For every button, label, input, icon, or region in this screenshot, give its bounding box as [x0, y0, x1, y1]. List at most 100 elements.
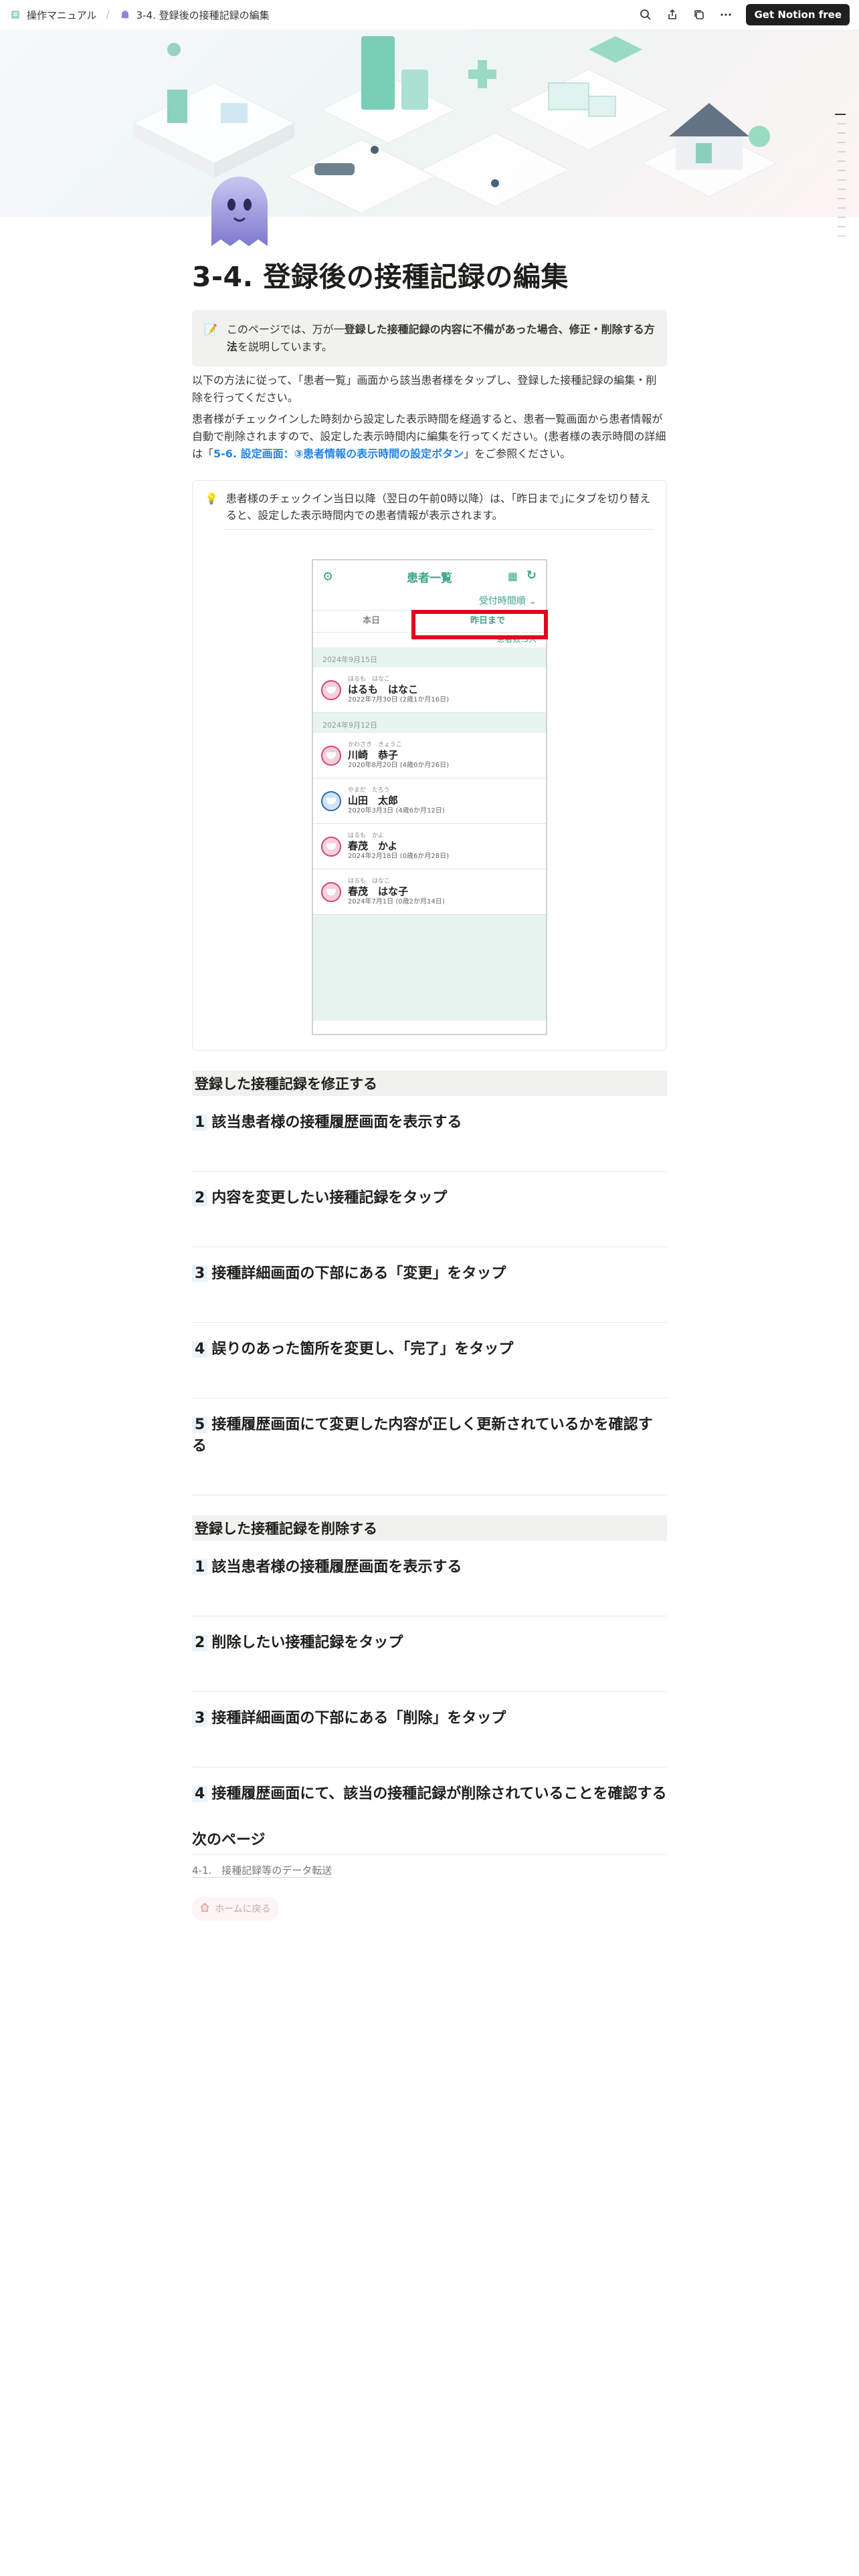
more-icon[interactable]: [719, 8, 733, 21]
step-number: 2: [192, 1190, 208, 1206]
step-number: 4: [192, 1341, 208, 1358]
callout-text-post: を説明しています。: [237, 340, 332, 353]
callout-text-pre: このページでは、万が一: [226, 323, 345, 336]
home-button[interactable]: ホームに戻る: [192, 1897, 279, 1921]
section-heading-edit: 登録した接種記録を修正する: [192, 1071, 667, 1096]
delete-step: 4 接種履歴画面にて、該当の接種記録が削除されていることを確認する: [192, 1784, 667, 1805]
divider: [223, 529, 654, 530]
home-icon: [200, 1903, 209, 1915]
step-number: 5: [192, 1416, 208, 1433]
para2-post: 」をご参照ください。: [464, 447, 571, 460]
edit-step: 2 内容を変更したい接種記録をタップ: [192, 1188, 667, 1247]
patient-kana: やまだ たろう: [348, 786, 390, 794]
step-text: 接種詳細画面の下部にある「変更」をタップ: [211, 1265, 506, 1282]
breadcrumb-item-manual[interactable]: 操作マニュアル: [27, 8, 97, 22]
patient-dob: 2024年7月1日 (0歳2か月14日): [348, 897, 445, 905]
cover-image: [0, 29, 859, 217]
patient-row: はるも はなこ はるも はなこ 2022年7月30日 (2歳1か月16日): [313, 667, 546, 713]
delete-step: 2 削除したい接種記録をタップ: [192, 1632, 667, 1692]
memo-icon: 📝: [204, 323, 217, 336]
intro-callout-text: このページでは、万が一登録した接種記録の内容に不備があった場合、修正・削除する方…: [227, 321, 655, 356]
breadcrumb-separator: /: [106, 9, 110, 21]
step-number: 1: [192, 1114, 208, 1131]
phone-header: ⚙ 患者一覧 ▦ ↻: [313, 560, 546, 593]
book-icon: [9, 9, 21, 21]
avatar: [321, 881, 341, 902]
avatar: [321, 836, 341, 857]
patient-row: かわさき きょうこ 川崎 恭子 2020年8月20日 (4歳0か月26日): [313, 733, 546, 778]
patient-dob: 2020年3月3日 (4歳6か月12日): [348, 807, 445, 815]
breadcrumb: 操作マニュアル / 3-4. 登録後の接種記録の編集: [9, 8, 270, 22]
page-title: 3-4. 登録後の接種記録の編集: [192, 261, 569, 293]
patient-dob: 2022年7月30日 (2歳1か月16日): [348, 695, 449, 704]
patient-list: 2024年9月15日 はるも はなこ はるも はなこ 2022年7月30日 (2…: [313, 647, 546, 1021]
section-heading-delete: 登録した接種記録を削除する: [192, 1515, 667, 1541]
step-text: 内容を変更したい接種記録をタップ: [211, 1190, 448, 1206]
search-icon[interactable]: [639, 8, 652, 21]
step-number: 3: [192, 1710, 208, 1727]
home-button-label: ホームに戻る: [215, 1904, 271, 1915]
sort-select: 受付時間順 ⌄: [478, 596, 537, 607]
patient-dob: 2024年2月18日 (0歳6か月28日): [348, 852, 449, 860]
patient-kana: はるも かよ: [348, 832, 384, 839]
outline-scroll-marks: [835, 114, 846, 245]
paragraph-intro: 以下の方法に従って、「患者一覧」画面から該当患者様をタップし、登録した接種記録の…: [192, 374, 657, 404]
tip-callout: 💡 患者様のチェックイン当日以降（翌日の午前0時以降）は、｢昨日まで｣にタブを切…: [192, 480, 667, 1051]
step-text: 誤りのあった箇所を変更し、「完了」をタップ: [211, 1341, 514, 1358]
step-text: 削除したい接種記録をタップ: [211, 1634, 403, 1651]
avatar: [321, 745, 341, 766]
date-header: 2024年9月15日: [322, 655, 377, 664]
paragraph-display-time: 患者様がチェックインした時刻から設定した表示時間を経過すると、患者一覧画面から患…: [192, 411, 667, 463]
lightbulb-icon: 💡: [205, 492, 218, 505]
avatar: [321, 790, 341, 811]
gear-icon: ⚙: [322, 570, 334, 584]
qr-icon: ▦: [507, 570, 518, 582]
step-number: 1: [192, 1559, 208, 1576]
intro-callout: 📝 このページでは、万が一登録した接種記録の内容に不備があった場合、修正・削除す…: [192, 310, 667, 366]
patient-row: はるも はなこ 春茂 はな子 2024年7月1日 (0歳2か月14日): [313, 869, 546, 915]
patient-dob: 2020年8月20日 (4歳0か月26日): [348, 761, 449, 769]
patient-row: はるも かよ 春茂 かよ 2024年2月18日 (0歳6か月28日): [313, 824, 546, 869]
step-number: 4: [192, 1786, 208, 1802]
highlight-box: [411, 610, 548, 639]
patient-kana: はるも はなこ: [348, 877, 391, 885]
top-bar: 操作マニュアル / 3-4. 登録後の接種記録の編集 Get Notion fr…: [0, 0, 859, 29]
patient-name: 山田 太郎: [348, 794, 399, 807]
refresh-icon: ↻: [526, 568, 537, 582]
ghost-icon: [119, 9, 131, 21]
tip-callout-text: 患者様のチェックイン当日以降（翌日の午前0時以降）は、｢昨日まで｣にタブを切り替…: [225, 492, 651, 522]
step-text: 該当患者様の接種履歴画面を表示する: [211, 1114, 462, 1131]
page-content: 3-4. 登録後の接種記録の編集 📝 このページでは、万が一登録した接種記録の内…: [192, 254, 667, 1921]
step-text: 該当患者様の接種履歴画面を表示する: [211, 1559, 462, 1576]
delete-step: 3 接種詳細画面の下部にある「削除」をタップ: [192, 1708, 667, 1767]
patient-name: 川崎 恭子: [348, 748, 399, 761]
share-icon[interactable]: [666, 8, 679, 21]
edit-step: 4 誤りのあった箇所を変更し、「完了」をタップ: [192, 1339, 667, 1398]
patient-name: 春茂 かよ: [348, 839, 398, 852]
get-notion-free-button[interactable]: Get Notion free: [746, 4, 850, 25]
app-screenshot: ⚙ 患者一覧 ▦ ↻ 受付時間順 ⌄ 本日 昨日まで 患者数:5人 2024年9…: [312, 559, 548, 1035]
edit-step: 1 該当患者様の接種履歴画面を表示する: [192, 1112, 667, 1172]
edit-step: 5 接種履歴画面にて変更した内容が正しく更新されているかを確認する: [192, 1414, 667, 1495]
next-page-heading: 次のページ: [192, 1828, 667, 1855]
step-number: 2: [192, 1634, 208, 1651]
step-number: 3: [192, 1265, 208, 1282]
delete-step: 1 該当患者様の接種履歴画面を表示する: [192, 1557, 667, 1616]
settings-link[interactable]: 5-6. 設定画面：③患者情報の表示時間の設定ボタン: [213, 447, 464, 460]
patient-row: やまだ たろう 山田 太郎 2020年3月3日 (4歳6か月12日): [313, 778, 546, 824]
duplicate-icon[interactable]: [692, 8, 706, 21]
step-text: 接種詳細画面の下部にある「削除」をタップ: [211, 1710, 506, 1727]
patient-kana: かわさき きょうこ: [348, 741, 403, 748]
step-text: 接種履歴画面にて変更した内容が正しく更新されているかを確認する: [192, 1416, 653, 1455]
breadcrumb-item-current[interactable]: 3-4. 登録後の接種記録の編集: [136, 8, 270, 22]
avatar: [321, 679, 341, 700]
edit-step: 3 接種詳細画面の下部にある「変更」をタップ: [192, 1263, 667, 1323]
ghost-page-icon: [199, 167, 280, 251]
date-header: 2024年9月12日: [322, 721, 377, 730]
step-text: 接種履歴画面にて、該当の接種記録が削除されていることを確認する: [211, 1786, 667, 1802]
patient-name: 春茂 はな子: [348, 885, 409, 897]
patient-kana: はるも はなこ: [348, 675, 391, 683]
patient-name: はるも はなこ: [348, 683, 419, 695]
next-page-link[interactable]: 4-1. 接種記録等のデータ転送: [192, 1863, 332, 1878]
phone-title: 患者一覧: [407, 571, 452, 585]
